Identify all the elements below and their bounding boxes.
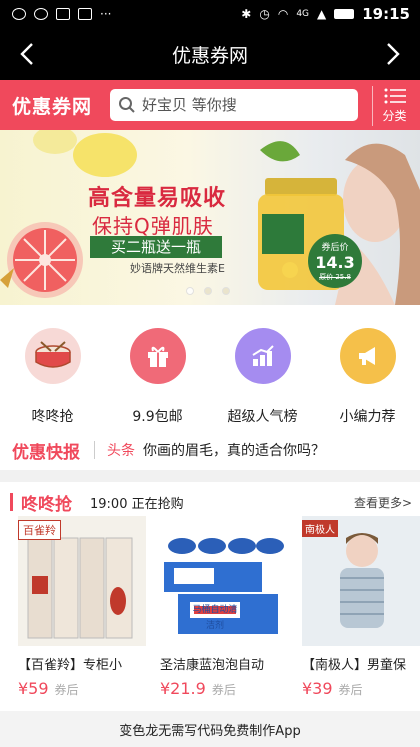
- wechat-icon: [34, 8, 48, 20]
- product-brand-tag: 马桶自动清洁剂: [192, 605, 238, 631]
- see-more-link[interactable]: 查看更多>: [354, 494, 412, 511]
- banner-promo: 买二瓶送一瓶: [90, 236, 222, 258]
- category-button[interactable]: 分类: [372, 86, 412, 126]
- carousel-dot[interactable]: [186, 287, 194, 295]
- menu-list-icon: [384, 88, 406, 104]
- section-gap: [0, 470, 420, 482]
- carousel-dots: [186, 287, 230, 295]
- product-image: 马桶自动清洁剂: [160, 516, 288, 646]
- site-logo[interactable]: 优惠券网: [0, 92, 104, 119]
- status-bar: ··· ✱ ◷ ◠ 4G ▲ 19:15: [0, 0, 420, 28]
- product-card[interactable]: 马桶自动清洁剂 圣洁康蓝泡泡自动 ¥21.9 券后: [160, 516, 288, 698]
- news-title: 优惠快报: [12, 442, 80, 463]
- back-button[interactable]: [12, 38, 42, 70]
- search-icon: [119, 97, 135, 113]
- product-brand-tag: 百雀羚: [18, 520, 61, 540]
- quick-nav-label: 9.9包邮: [132, 409, 183, 425]
- network-label: 4G: [296, 9, 310, 19]
- category-label: 分类: [382, 109, 407, 123]
- page-title: 优惠券网: [171, 44, 248, 67]
- price-badge-value: 14.3: [315, 253, 355, 272]
- product-name: 【南极人】男童保: [302, 658, 407, 673]
- wifi-icon: ◠: [277, 7, 289, 21]
- banner-product-name: 妙语牌天然维生素E: [130, 262, 225, 275]
- banner-price-badge: 券后价 14.3 原价 25.8: [308, 234, 362, 288]
- product-price: ¥39: [302, 679, 333, 698]
- flash-sale-title: 咚咚抢: [21, 494, 72, 515]
- megaphone-icon: [339, 328, 396, 384]
- search-header: 优惠券网 分类: [0, 80, 420, 130]
- notification-icon: [12, 8, 26, 20]
- product-image: 南极人: [302, 516, 420, 646]
- banner-subhead: 保持Q弹肌肤: [92, 214, 214, 238]
- quick-nav-label: 咚咚抢: [31, 409, 74, 425]
- flash-sale-products: 百雀羚 【百雀羚】专柜小 ¥59 券后 马桶自动清洁剂 圣洁康蓝泡泡自动 ¥21…: [0, 516, 420, 706]
- gift-icon: [129, 328, 186, 384]
- carousel-dot[interactable]: [222, 287, 230, 295]
- news-ticker[interactable]: 优惠快报 头条 你画的眉毛，真的适合你吗？: [0, 430, 420, 470]
- product-coupon-label: 券后: [211, 683, 236, 697]
- more-dots-icon: ···: [100, 7, 112, 21]
- news-icon: [56, 8, 70, 20]
- quick-nav: 咚咚抢 9.9包邮 超级人气榜 小编力荐: [0, 320, 420, 430]
- quick-nav-item-dongdong[interactable]: 咚咚抢: [0, 320, 105, 430]
- chevron-left-icon: [20, 43, 33, 65]
- search-input[interactable]: [142, 96, 352, 114]
- product-card[interactable]: 百雀羚 【百雀羚】专柜小 ¥59 券后: [18, 516, 146, 698]
- status-time: 19:15: [362, 5, 410, 23]
- news-divider: [94, 441, 95, 459]
- product-coupon-label: 券后: [54, 683, 79, 697]
- alarm-icon: ◷: [259, 7, 270, 21]
- quick-nav-label: 超级人气榜: [227, 409, 298, 425]
- banner-headline: 高含量易吸收: [88, 186, 227, 211]
- quick-nav-item-editor-pick[interactable]: 小编力荐: [315, 320, 420, 430]
- product-card[interactable]: 南极人 【南极人】男童保 ¥39 券后: [302, 516, 420, 698]
- flash-sale-time: 19:00 正在抢购: [90, 496, 184, 512]
- price-badge-original: 原价 25.8: [319, 273, 351, 281]
- search-box[interactable]: [110, 89, 358, 121]
- drum-icon: [24, 328, 81, 384]
- footer-text: 变色龙无需写代码免费制作App: [119, 723, 301, 739]
- quick-nav-label: 小编力荐: [339, 409, 396, 425]
- carousel-dot[interactable]: [204, 287, 212, 295]
- quick-nav-item-popular[interactable]: 超级人气榜: [210, 320, 315, 430]
- product-coupon-label: 券后: [338, 683, 363, 697]
- product-name: 【百雀羚】专柜小: [18, 658, 123, 673]
- footer-banner[interactable]: 变色龙无需写代码免费制作App: [0, 711, 420, 747]
- bluetooth-icon: ✱: [241, 7, 252, 21]
- battery-icon: [334, 9, 355, 19]
- quick-nav-item-free-shipping[interactable]: 9.9包邮: [105, 320, 210, 430]
- product-brand-tag: 南极人: [302, 520, 338, 537]
- price-badge-label: 券后价: [321, 243, 349, 253]
- product-price: ¥21.9: [160, 679, 206, 698]
- product-price: ¥59: [18, 679, 49, 698]
- chart-icon: [234, 328, 291, 384]
- forward-button[interactable]: [378, 38, 408, 70]
- product-image: 百雀羚: [18, 516, 146, 646]
- news-tag: 头条: [107, 443, 135, 459]
- signal-icon: ▲: [317, 7, 327, 21]
- news-headline[interactable]: 你画的眉毛，真的适合你吗？: [143, 440, 325, 460]
- chevron-right-icon: [387, 43, 400, 65]
- section-accent-bar: [10, 493, 13, 511]
- title-bar: 优惠券网: [0, 28, 420, 80]
- promo-banner[interactable]: 高含量易吸收 保持Q弹肌肤 买二瓶送一瓶 妙语牌天然维生素E 券后价 14.3 …: [0, 130, 420, 305]
- product-name: 圣洁康蓝泡泡自动: [160, 658, 265, 673]
- image-icon: [78, 8, 92, 20]
